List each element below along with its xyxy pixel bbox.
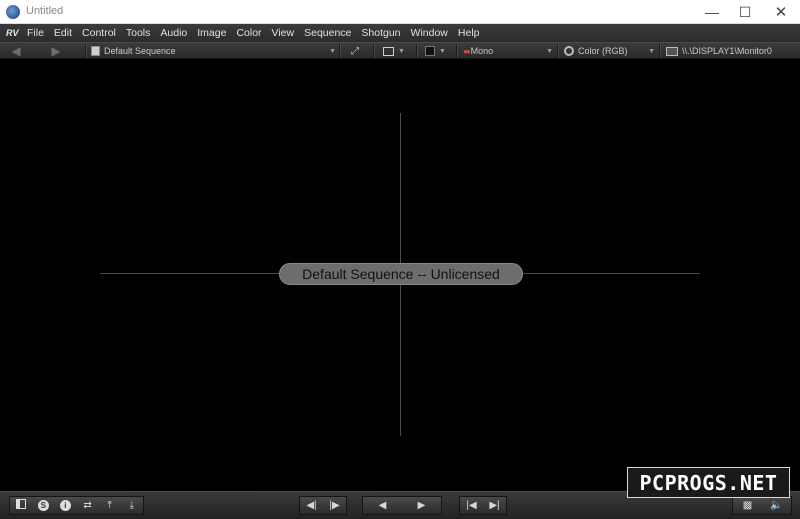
stereo-icon: ●● [463,46,471,56]
toolbar-divider [339,44,340,58]
sequence-icon [91,46,100,56]
resize-icon: ⤢ [351,45,359,57]
info-icon[interactable]: i [56,500,74,511]
menu-view[interactable]: View [267,27,300,39]
back-button[interactable]: ◀ [2,44,30,58]
rv-app-icon [6,5,20,19]
chevron-down-icon: ▼ [329,47,336,55]
goto-end-button[interactable]: ▶| [486,500,504,511]
step-button-group: ◀| |▶ [299,496,347,515]
menu-color[interactable]: Color [231,27,266,39]
play-backward-button[interactable]: ◀ [374,500,392,511]
menu-control[interactable]: Control [77,27,121,39]
sequence-selector[interactable]: Default Sequence ▼ [91,44,336,58]
monitor-icon [666,46,678,56]
toolbar-divider [373,44,374,58]
frame-mode-selector[interactable]: ▼ [383,44,413,58]
toolbar-divider [456,44,457,58]
stereo-mode-label: Mono [470,46,494,56]
stereo-mode-selector[interactable]: ●● Mono ▼ [463,44,553,58]
chevron-down-icon: ▼ [546,47,553,55]
goto-start-button[interactable]: |◀ [463,500,481,511]
color-wheel-icon [564,46,574,56]
fit-view-button[interactable]: ⤢ [346,44,364,58]
sync-icon[interactable]: S [34,500,52,511]
toolbar-divider [85,44,86,58]
menu-help[interactable]: Help [453,27,485,39]
menu-sequence[interactable]: Sequence [299,27,356,39]
chevron-down-icon: ▼ [648,47,655,55]
tool-button-group: S i ⇄ ⤒ ⤓ [9,496,144,515]
playback-button-group: ◀ ▶ [362,496,442,515]
toolbar-divider [659,44,660,58]
menu-window[interactable]: Window [406,27,453,39]
download-icon[interactable]: ⤓ [123,500,141,511]
chevron-down-icon: ▼ [439,47,446,55]
menu-tools[interactable]: Tools [121,27,156,39]
toolbar-divider [557,44,558,58]
arrow-left-icon: ◀ [11,44,21,58]
menu-edit[interactable]: Edit [49,27,77,39]
sequence-selector-label: Default Sequence [104,46,176,56]
audio-button-group: ▩ 🔈 [732,496,792,515]
frame-icon [383,46,394,56]
menu-file[interactable]: File [22,27,49,39]
step-back-button[interactable]: ◀| [303,500,321,511]
display-selector[interactable]: \\.\DISPLAY1\Monitor0 [666,44,798,58]
loop-mode-icon[interactable]: ▩ [739,500,757,511]
toolbar-divider [416,44,417,58]
swap-icon[interactable]: ⇄ [79,500,97,511]
title-bar: Untitled — ☐ ✕ [0,0,800,24]
menu-audio[interactable]: Audio [155,27,192,39]
background-color-selector[interactable]: ▼ [425,44,453,58]
color-space-label: Color (RGB) [578,46,628,56]
chevron-down-icon: ▼ [398,47,405,55]
image-viewport[interactable]: Default Sequence -- Unlicensed [0,60,800,491]
close-button[interactable]: ✕ [764,0,798,24]
menu-image[interactable]: Image [192,27,231,39]
display-label: \\.\DISPLAY1\Monitor0 [682,46,772,56]
menu-bar: RV File Edit Control Tools Audio Image C… [0,24,800,42]
panel-icon[interactable] [12,499,30,512]
jump-button-group: |◀ ▶| [459,496,507,515]
forward-button[interactable]: ▶ [42,44,70,58]
menu-shotgun[interactable]: Shotgun [356,27,405,39]
step-forward-button[interactable]: |▶ [326,500,344,511]
maximize-button[interactable]: ☐ [728,0,762,24]
color-swatch-icon [425,46,435,56]
status-message: Default Sequence -- Unlicensed [279,263,523,285]
arrow-right-icon: ▶ [51,44,61,58]
rv-logo: RV [6,28,19,38]
color-space-selector[interactable]: Color (RGB) ▼ [564,44,655,58]
volume-icon[interactable]: 🔈 [768,500,786,511]
play-forward-button[interactable]: ▶ [413,500,431,511]
upload-icon[interactable]: ⤒ [101,500,119,511]
toolbar: ◀ ▶ Default Sequence ▼ ⤢ ▼ ▼ ●● Mono ▼ C… [0,42,800,59]
watermark: PCPROGS.NET [627,467,790,498]
minimize-button[interactable]: — [695,0,729,24]
window-title: Untitled [26,5,64,17]
